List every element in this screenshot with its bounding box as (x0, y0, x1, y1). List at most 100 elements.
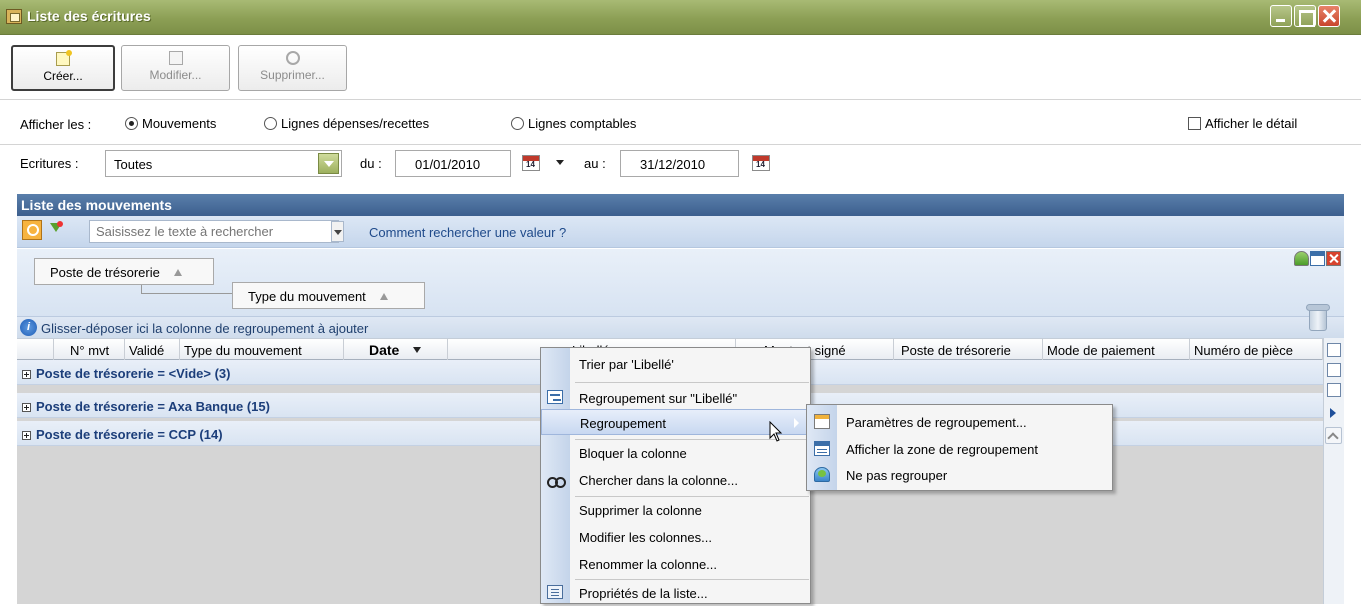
column-header-mode-de-paiement[interactable]: Mode de paiement (1043, 339, 1190, 360)
close-icon[interactable] (1326, 251, 1341, 266)
checkbox-box (1188, 117, 1201, 130)
menu-item-label: Regroupement sur "Libellé" (579, 391, 738, 406)
minimize-button[interactable] (1270, 5, 1292, 27)
group-zone-icon (814, 441, 830, 456)
display-options: Afficher les : Mouvements Lignes dépense… (0, 112, 1361, 136)
dropdown-arrow-icon[interactable] (556, 160, 564, 165)
grid-side-toolbar (1323, 338, 1344, 604)
search-dropdown-button[interactable] (331, 221, 344, 242)
menu-item-label: Trier par 'Libellé' (579, 357, 674, 372)
menu-separator (575, 382, 809, 383)
window-icon[interactable] (1310, 251, 1325, 266)
print-icon[interactable] (1327, 383, 1341, 397)
create-button-label: Créer... (43, 69, 83, 83)
column-header-date-label: Date (369, 342, 400, 358)
radio-mouvements[interactable]: Mouvements (125, 116, 216, 131)
menu-item-label: Regroupement (580, 416, 666, 431)
column-header-date[interactable]: Date (344, 339, 448, 360)
expand-icon[interactable] (22, 431, 31, 440)
maximize-button[interactable] (1294, 5, 1316, 27)
column-header-valide[interactable]: Validé (125, 339, 180, 360)
export-icon[interactable] (1327, 363, 1341, 377)
group-chip-label: Type du mouvement (248, 289, 366, 304)
group-connector (141, 285, 233, 294)
from-date-value: 01/01/2010 (415, 157, 481, 172)
ecritures-select[interactable]: Toutes (105, 150, 342, 177)
group-settings-icon (814, 414, 830, 429)
info-icon: i (20, 319, 37, 336)
from-date-field[interactable]: 01/01/2010 (395, 150, 511, 177)
radio-circle (264, 117, 277, 130)
group-zone: Poste de trésorerie Type du mouvement (17, 249, 1344, 316)
radio-circle (125, 117, 138, 130)
create-button[interactable]: Créer... (11, 45, 115, 91)
to-date-field[interactable]: 31/12/2010 (620, 150, 739, 177)
expand-icon[interactable] (22, 370, 31, 379)
close-button[interactable] (1318, 5, 1340, 27)
divider (0, 144, 1361, 145)
submenu-arrow-icon (794, 418, 799, 428)
menu-item-label: Renommer la colonne... (579, 557, 718, 572)
modify-button[interactable]: Modifier... (121, 45, 230, 91)
search-bar: Comment rechercher une valeur ? (17, 216, 1344, 248)
calendar-icon[interactable] (522, 155, 540, 171)
submenu-item-show-group-zone[interactable]: Afficher la zone de regroupement (807, 436, 1112, 462)
list-properties-icon[interactable] (1327, 343, 1341, 357)
submenu-item-no-grouping[interactable]: Ne pas regrouper (807, 462, 1112, 488)
menu-item-search-in-column[interactable]: Chercher dans la colonne... (541, 467, 810, 493)
radio-label: Lignes dépenses/recettes (281, 116, 430, 131)
filter-row: Ecritures : Toutes du : 01/01/2010 au : … (0, 148, 1361, 178)
chevron-down-icon[interactable] (318, 153, 339, 174)
menu-item-freeze-column[interactable]: Bloquer la colonne (541, 440, 810, 466)
group-row-label: Poste de trésorerie = CCP (14) (36, 427, 223, 442)
binoculars-icon (547, 472, 566, 488)
group-row-label: Poste de trésorerie = <Vide> (3) (36, 366, 231, 381)
group-chip-type-du-mouvement[interactable]: Type du mouvement (232, 282, 425, 309)
trash-icon[interactable] (1305, 302, 1330, 331)
radio-lignes-comptables[interactable]: Lignes comptables (511, 116, 636, 131)
menu-item-label: Chercher dans la colonne... (579, 473, 738, 488)
submenu-item-label: Paramètres de regroupement... (846, 415, 1027, 430)
scroll-up-button[interactable] (1325, 427, 1342, 444)
sort-up-icon (173, 269, 182, 276)
group-chip-poste-de-tresorerie[interactable]: Poste de trésorerie (34, 258, 214, 285)
submenu-item-label: Afficher la zone de regroupement (846, 442, 1038, 457)
menu-item-rename-column[interactable]: Renommer la colonne... (541, 551, 810, 577)
regroupement-submenu: Paramètres de regroupement... Afficher l… (806, 404, 1113, 491)
search-input[interactable] (90, 221, 326, 242)
search-icon[interactable] (22, 220, 42, 240)
radio-lignes-depenses-recettes[interactable]: Lignes dépenses/recettes (264, 116, 429, 131)
filter-icon[interactable] (48, 221, 64, 237)
column-header-num-mvt[interactable]: N° mvt (54, 339, 125, 360)
column-header-numero-de-piece[interactable]: Numéro de pièce (1190, 339, 1323, 360)
sort-up-icon (379, 293, 388, 300)
search-field[interactable] (89, 220, 339, 243)
column-header-type-du-mouvement[interactable]: Type du mouvement (180, 339, 344, 360)
column-header-selector[interactable] (17, 339, 54, 360)
menu-item-list-properties[interactable]: Propriétés de la liste... (541, 580, 810, 606)
ungroup-icon (814, 467, 830, 482)
radio-circle (511, 117, 524, 130)
window-title: Liste des écritures (27, 8, 151, 24)
search-help-link[interactable]: Comment rechercher une valeur ? (369, 225, 566, 240)
column-header-poste-de-tresorerie[interactable]: Poste de trésorerie (894, 339, 1043, 360)
hint-bar: i Glisser-déposer ici la colonne de regr… (17, 316, 1344, 338)
menu-item-group-on-libelle[interactable]: Regroupement sur "Libellé" (541, 385, 810, 411)
delete-button[interactable]: Supprimer... (238, 45, 347, 91)
display-label: Afficher les : (20, 117, 92, 132)
from-label: du : (360, 156, 382, 171)
title-bar: Liste des écritures (0, 0, 1361, 35)
properties-icon (547, 585, 563, 599)
calendar-icon[interactable] (752, 155, 770, 171)
menu-item-delete-column[interactable]: Supprimer la colonne (541, 497, 810, 523)
menu-item-edit-columns[interactable]: Modifier les colonnes... (541, 524, 810, 550)
divider (0, 99, 1361, 100)
expand-icon[interactable] (22, 403, 31, 412)
radio-label: Lignes comptables (528, 116, 637, 131)
ecritures-label: Ecritures : (20, 156, 79, 171)
show-detail-checkbox[interactable]: Afficher le détail (1188, 116, 1297, 131)
play-icon[interactable] (1330, 408, 1336, 418)
group-icon[interactable] (1294, 251, 1309, 266)
menu-item-sort-by-libelle[interactable]: Trier par 'Libellé' (541, 351, 810, 377)
submenu-item-group-settings[interactable]: Paramètres de regroupement... (807, 409, 1112, 435)
